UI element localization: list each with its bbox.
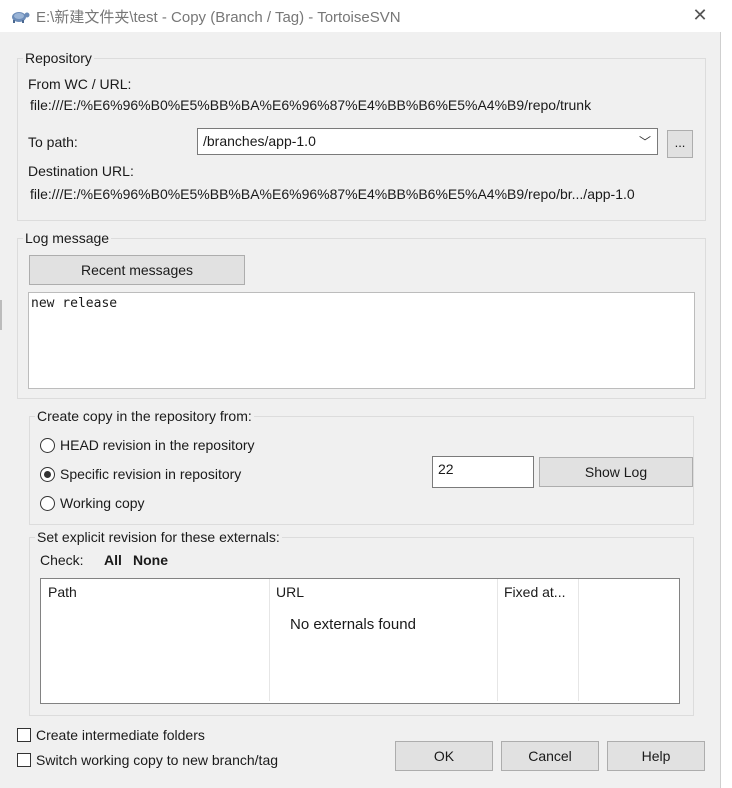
externals-group-label: Set explicit revision for these external… xyxy=(35,529,282,545)
empty-table-message: No externals found xyxy=(290,616,416,633)
specific-revision-label[interactable]: Specific revision in repository xyxy=(60,466,241,482)
externals-table[interactable]: Path URL Fixed at... No externals found xyxy=(40,578,680,704)
create-copy-group-label: Create copy in the repository from: xyxy=(35,408,254,424)
working-copy-label[interactable]: Working copy xyxy=(60,495,145,511)
to-path-combobox[interactable]: /branches/app-1.0 ﹀ xyxy=(197,128,658,155)
to-path-label: To path: xyxy=(28,134,78,150)
intermediate-folders-checkbox[interactable] xyxy=(17,728,31,742)
revision-input[interactable]: 22 xyxy=(432,456,534,488)
switch-wc-label[interactable]: Switch working copy to new branch/tag xyxy=(36,752,278,768)
from-url-value: file:///E:/%E6%96%B0%E5%BB%BA%E6%96%87%E… xyxy=(30,97,592,113)
cancel-button[interactable]: Cancel xyxy=(501,741,599,771)
repository-group-label: Repository xyxy=(23,50,94,66)
column-header-path[interactable]: Path xyxy=(48,584,77,600)
log-message-textarea[interactable]: new release xyxy=(28,292,695,389)
log-message-group-label: Log message xyxy=(23,230,112,246)
destination-url-value: file:///E:/%E6%96%B0%E5%BB%BA%E6%96%87%E… xyxy=(30,186,635,202)
check-none-link[interactable]: None xyxy=(133,552,168,568)
intermediate-folders-label[interactable]: Create intermediate folders xyxy=(36,727,205,743)
column-separator xyxy=(269,579,270,701)
log-message-text: new release xyxy=(31,296,118,311)
window-edge xyxy=(720,32,721,788)
recent-messages-button[interactable]: Recent messages xyxy=(29,255,245,285)
column-header-url[interactable]: URL xyxy=(276,584,304,600)
browse-button[interactable]: ... xyxy=(667,130,693,158)
head-revision-radio[interactable] xyxy=(40,438,55,453)
show-log-button[interactable]: Show Log xyxy=(539,457,693,487)
column-separator xyxy=(497,579,498,701)
from-wc-label: From WC / URL: xyxy=(28,76,132,92)
specific-revision-radio[interactable] xyxy=(40,467,55,482)
chevron-down-icon[interactable]: ﹀ xyxy=(639,133,651,150)
column-separator xyxy=(578,579,579,701)
destination-url-label: Destination URL: xyxy=(28,163,134,179)
head-revision-label[interactable]: HEAD revision in the repository xyxy=(60,437,255,453)
tortoise-icon xyxy=(10,5,32,25)
to-path-value: /branches/app-1.0 xyxy=(203,133,316,149)
switch-wc-checkbox[interactable] xyxy=(17,753,31,767)
close-icon[interactable]: ✕ xyxy=(688,4,712,26)
check-all-link[interactable]: All xyxy=(104,552,122,568)
working-copy-radio[interactable] xyxy=(40,496,55,511)
ok-button[interactable]: OK xyxy=(395,741,493,771)
column-header-fixed-at[interactable]: Fixed at... xyxy=(504,584,565,600)
check-label: Check: xyxy=(40,552,84,568)
window-title: E:\新建文件夹\test - Copy (Branch / Tag) - To… xyxy=(36,9,401,26)
edge-marker xyxy=(0,300,2,330)
help-button[interactable]: Help xyxy=(607,741,705,771)
